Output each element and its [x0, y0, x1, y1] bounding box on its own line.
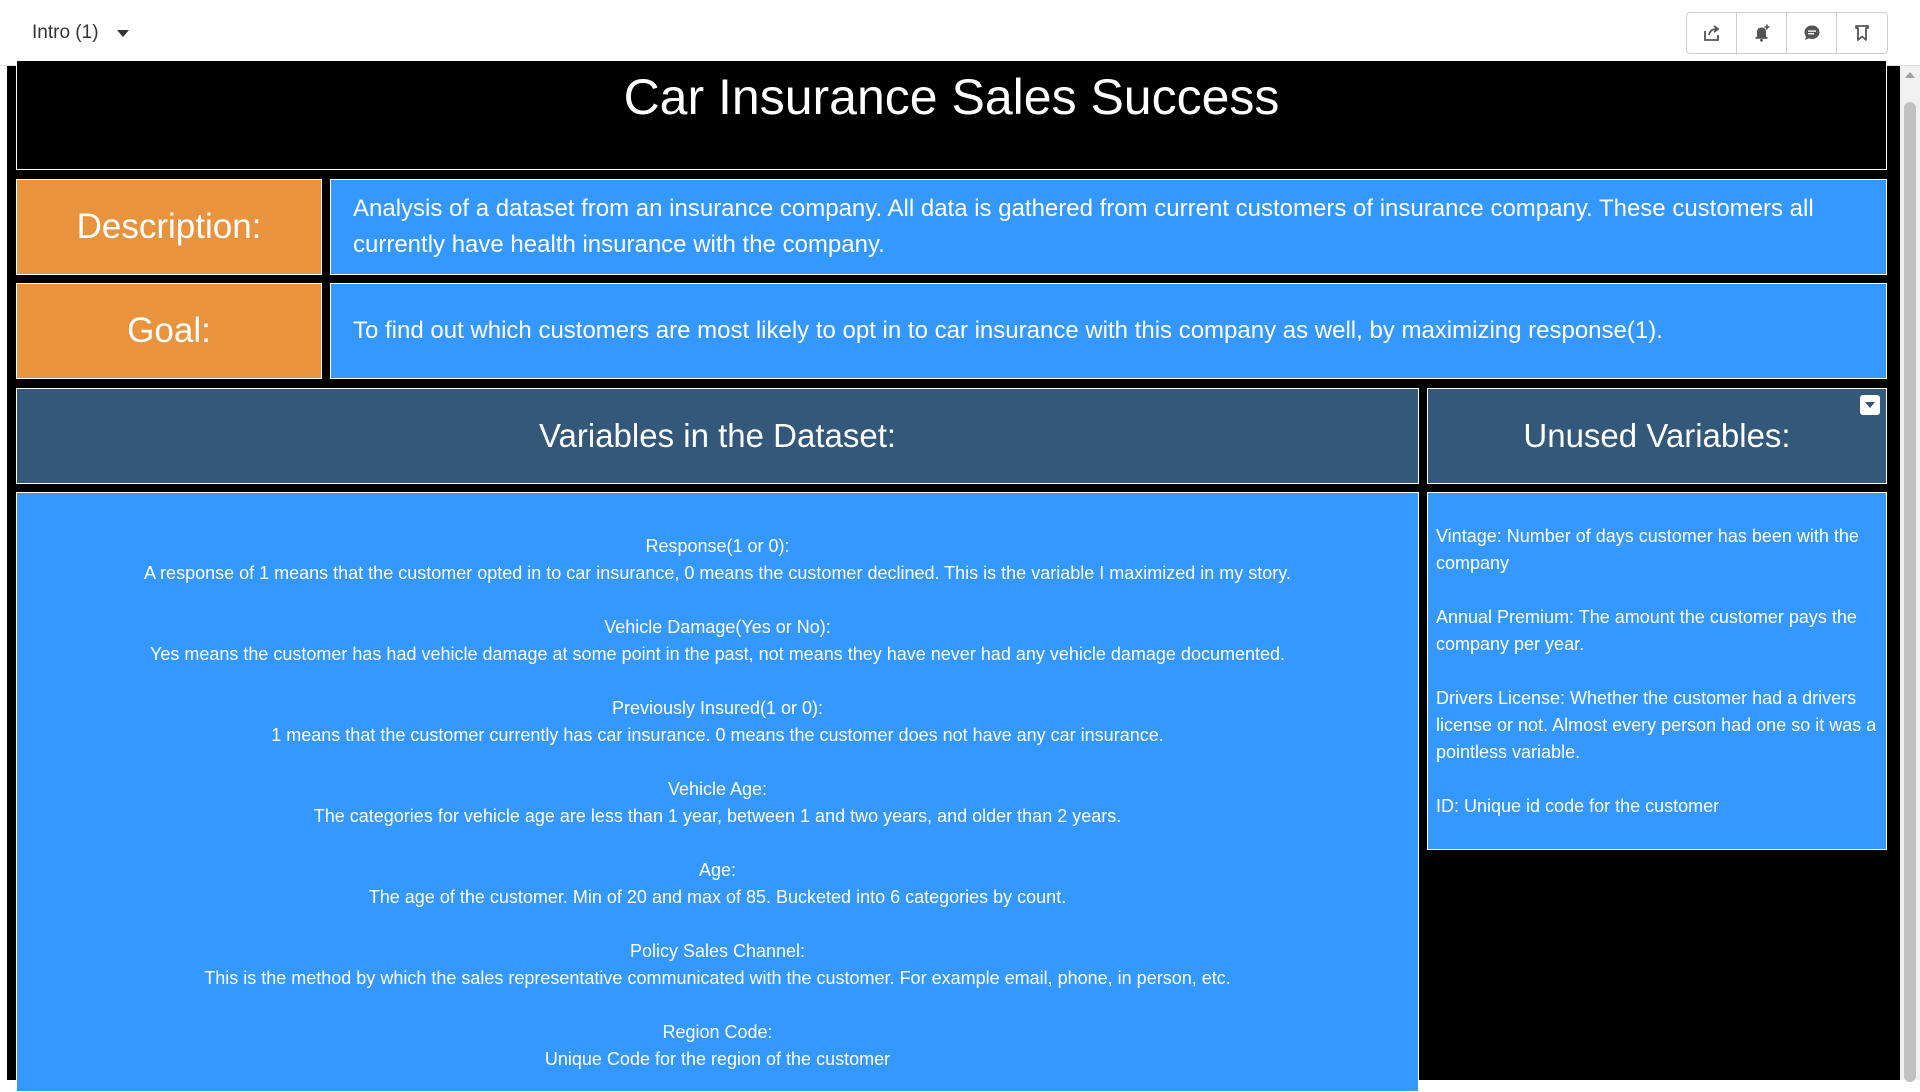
description-label: Description:	[16, 179, 322, 275]
list-item: Previously Insured(1 or 0): 1 means that…	[17, 695, 1418, 749]
list-item: Region Code: Unique Code for the region …	[17, 1019, 1418, 1073]
list-item: Vehicle Damage(Yes or No): Yes means the…	[17, 614, 1418, 668]
vertical-scrollbar[interactable]	[1900, 66, 1920, 1082]
chevron-down-icon	[1865, 402, 1875, 408]
variable-description: A response of 1 means that the customer …	[144, 563, 1291, 583]
comment-icon	[1804, 25, 1819, 40]
share-icon	[1703, 25, 1719, 41]
bookmark-button[interactable]	[1837, 13, 1887, 53]
variables-list: Response(1 or 0): A response of 1 means …	[16, 492, 1419, 1092]
list-item: Annual Premium: The amount the customer …	[1436, 607, 1857, 654]
story-title: Car Insurance Sales Success	[16, 60, 1887, 170]
list-item: Vehicle Age: The categories for vehicle …	[17, 776, 1418, 830]
variable-description: The age of the customer. Min of 20 and m…	[368, 887, 1067, 907]
variable-description: Yes means the customer has had vehicle d…	[149, 644, 1286, 664]
unused-variables-header-label: Unused Variables:	[1523, 417, 1791, 454]
list-item: Age: The age of the customer. Min of 20 …	[17, 857, 1418, 911]
unused-variables-header: Unused Variables:	[1427, 388, 1887, 484]
sheet-selector[interactable]: Intro (1)	[32, 18, 129, 48]
object-menu-button[interactable]	[1860, 395, 1880, 415]
variable-name: Response(1 or 0):	[645, 536, 790, 556]
bookmark-icon	[1855, 25, 1869, 41]
description-text-content: Analysis of a dataset from an insurance …	[353, 195, 1814, 258]
list-item: Vintage: Number of days customer has bee…	[1436, 526, 1859, 573]
variable-description: This is the method by which the sales re…	[204, 968, 1231, 988]
notification-add-button[interactable]	[1737, 13, 1787, 53]
variable-name: Age:	[698, 860, 737, 880]
comment-button[interactable]	[1787, 13, 1837, 53]
share-button[interactable]	[1687, 13, 1737, 53]
variables-header: Variables in the Dataset:	[16, 388, 1419, 484]
sheet-label: Intro (1)	[32, 22, 99, 43]
variable-name: Policy Sales Channel:	[629, 941, 806, 961]
variable-name: Vehicle Age:	[667, 779, 768, 799]
scrollbar-thumb[interactable]	[1904, 102, 1916, 1082]
chevron-down-icon	[116, 29, 129, 37]
list-item: Policy Sales Channel: This is the method…	[17, 938, 1418, 992]
list-item: ID: Unique id code for the customer	[1436, 796, 1720, 816]
variable-description: The categories for vehicle age are less …	[313, 806, 1122, 826]
goal-text: To find out which customers are most lik…	[330, 283, 1887, 379]
toolbar	[1686, 12, 1888, 54]
goal-text-content: To find out which customers are most lik…	[353, 317, 1663, 344]
variable-description: Unique Code for the region of the custom…	[544, 1049, 891, 1069]
scroll-up-icon[interactable]	[1905, 72, 1915, 78]
variable-name: Previously Insured(1 or 0):	[611, 698, 824, 718]
list-item: Drivers License: Whether the customer ha…	[1436, 688, 1877, 762]
goal-label: Goal:	[16, 283, 322, 379]
unused-variables-list: Vintage: Number of days customer has bee…	[1427, 492, 1887, 850]
variable-description: 1 means that the customer currently has …	[271, 725, 1164, 745]
description-text: Analysis of a dataset from an insurance …	[330, 179, 1887, 275]
notification-add-icon	[1755, 24, 1769, 42]
variable-name: Region Code:	[662, 1022, 773, 1042]
variable-name: Vehicle Damage(Yes or No):	[604, 617, 831, 637]
list-item: Response(1 or 0): A response of 1 means …	[17, 533, 1418, 587]
top-bar: Intro (1)	[0, 0, 1920, 66]
